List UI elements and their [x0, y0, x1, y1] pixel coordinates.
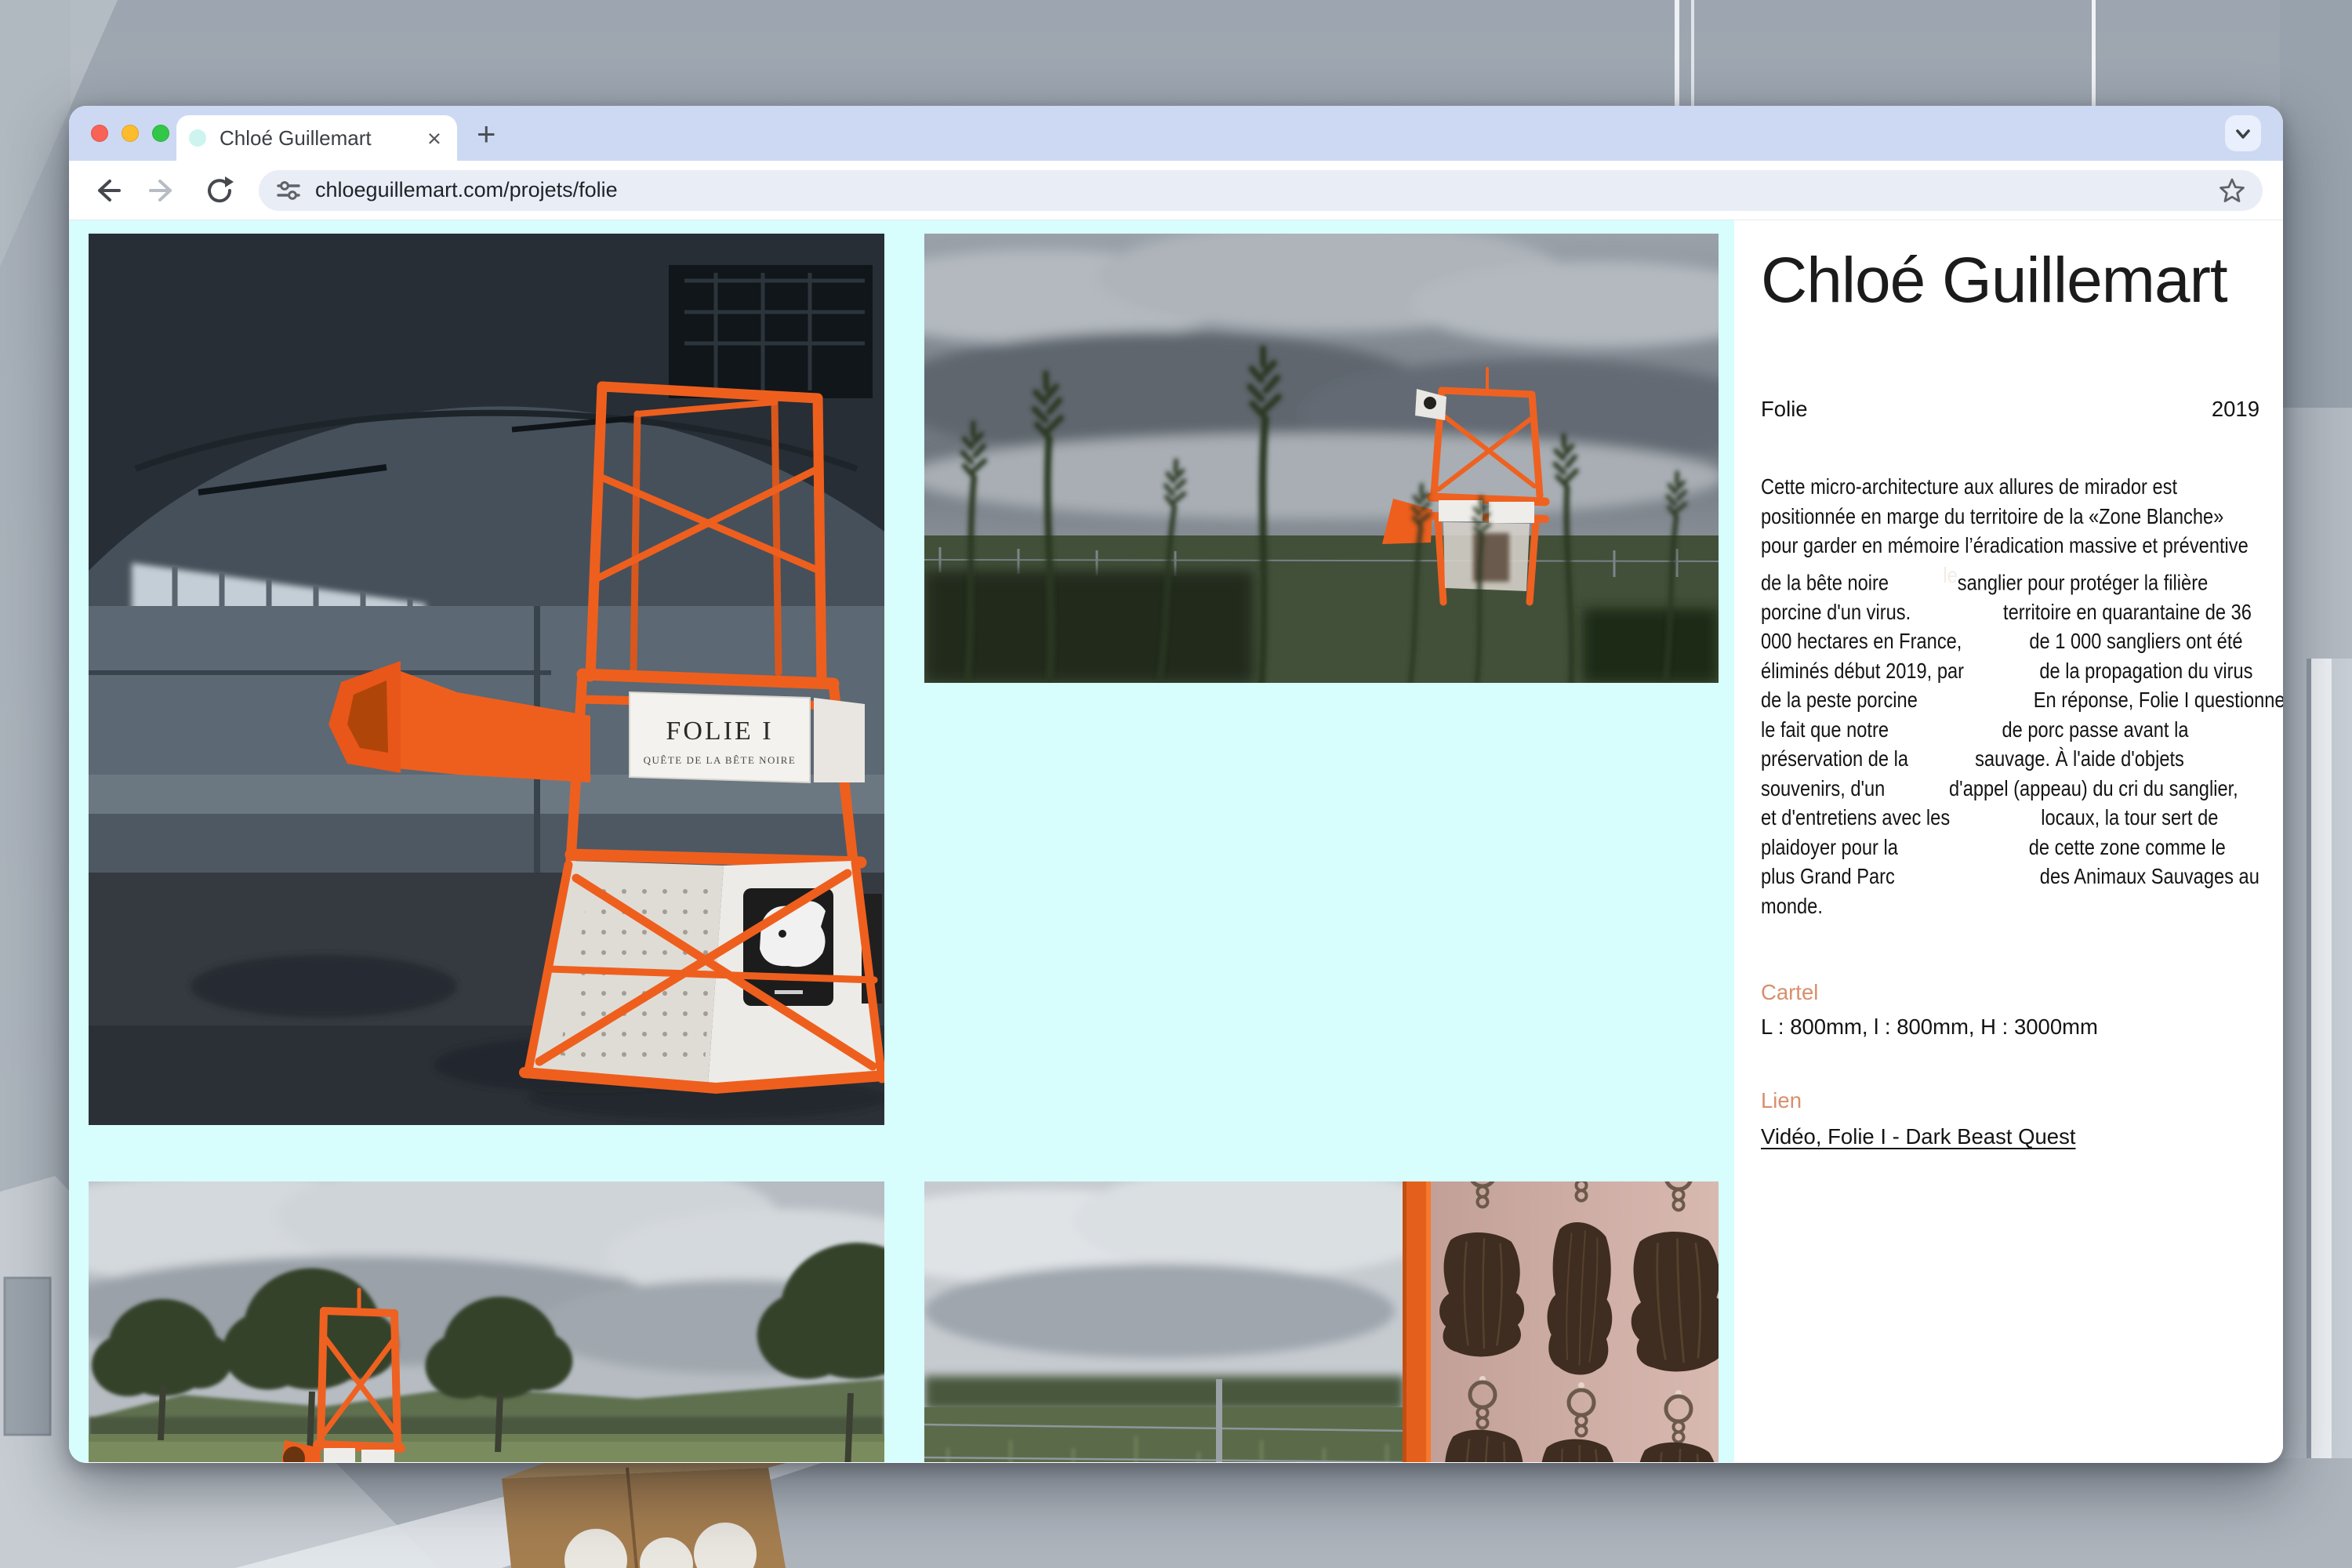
cardboard-box: [502, 1455, 815, 1568]
url-text: chloeguillemart.com/projets/folie: [315, 178, 618, 202]
warehouse-photo-illustration: FOLIE I QUÊTE DE LA BÊTE NOIRE: [89, 234, 884, 1125]
description-line: et d'entretiens avec leslocaux, la tour …: [1761, 803, 2190, 833]
description-line: 000 hectares en France,de 1 000 sanglier…: [1761, 626, 2190, 656]
project-year: 2019: [2212, 397, 2259, 422]
description-line: préservation de lasauvage. À l'aide d'ob…: [1761, 744, 2190, 774]
description-line: positionnée en marge du territoire de la…: [1761, 502, 2190, 532]
site-favicon-icon: [189, 129, 206, 147]
tower-sign-title: FOLIE I: [666, 717, 773, 746]
tab-close-icon[interactable]: ×: [424, 126, 445, 151]
project-link-row: Vidéo, Folie I - Dark Beast Quest: [1761, 1124, 2259, 1149]
close-window-button[interactable]: [91, 125, 108, 142]
minimize-window-button[interactable]: [122, 125, 139, 142]
browser-window: Chloé Guillemart × +: [69, 106, 2283, 1463]
back-button[interactable]: [89, 173, 124, 208]
description-line: Cette micro-architecture aux allures de …: [1761, 472, 2190, 502]
new-tab-button[interactable]: +: [477, 115, 496, 153]
project-info-panel: Chloé Guillemart Folie 2019 Cette micro-…: [1734, 220, 2283, 1462]
address-bar[interactable]: chloeguillemart.com/projets/folie: [259, 170, 2263, 211]
description-line: pour garder en mémoire l’éradication mas…: [1761, 531, 2190, 561]
description-line: monde.: [1761, 891, 2190, 921]
page-title: Chloé Guillemart: [1761, 247, 2259, 314]
hidden-word-gap: le: [1889, 561, 1958, 590]
tab-search-button[interactable]: [2225, 115, 2261, 151]
window-controls: [91, 125, 169, 142]
description-line: de la peste porcineEn réponse, Folie I q…: [1761, 685, 2190, 715]
chevron-down-icon: [2229, 119, 2257, 147]
keychains-photo-illustration: [924, 1181, 1719, 1462]
description-line: de la bête noirelesanglier pour protéger…: [1761, 561, 2190, 597]
description-line: le fait que notrede porc passe avant la: [1761, 715, 2190, 745]
wheatfield-photo-illustration: [924, 234, 1719, 683]
description-line: plaidoyer pour lade cette zone comme le: [1761, 833, 2190, 862]
browser-toolbar: chloeguillemart.com/projets/folie: [69, 161, 2283, 220]
tab-title: Chloé Guillemart: [220, 126, 424, 151]
browser-tab[interactable]: Chloé Guillemart ×: [176, 115, 457, 161]
forward-button[interactable]: [146, 173, 180, 208]
back-arrow-icon: [89, 173, 124, 208]
project-gallery: FOLIE I QUÊTE DE LA BÊTE NOIRE: [69, 220, 1734, 1462]
project-description: Cette micro-architecture aux allures de …: [1761, 472, 2259, 920]
road-photo-illustration: [89, 1181, 884, 1462]
cartel-value: L : 800mm, l : 800mm, H : 3000mm: [1761, 1014, 2259, 1040]
lien-label: Lien: [1761, 1088, 2259, 1113]
photo-tower-warehouse[interactable]: FOLIE I QUÊTE DE LA BÊTE NOIRE: [89, 234, 884, 1125]
forward-arrow-icon: [146, 173, 180, 208]
project-meta: Folie 2019: [1761, 397, 2259, 422]
reload-icon: [202, 173, 237, 208]
description-line: éliminés début 2019, parde la propagatio…: [1761, 656, 2190, 686]
bookmark-star-icon[interactable]: [2219, 177, 2245, 204]
description-line: plus Grand Parcdes Animaux Sauvages au: [1761, 862, 2190, 891]
page-content: FOLIE I QUÊTE DE LA BÊTE NOIRE: [69, 220, 2283, 1462]
photo-tower-wheatfield[interactable]: [924, 234, 1719, 683]
description-line: souvenirs, d'und'appel (appeau) du cri d…: [1761, 774, 2190, 804]
tower-sign-subtitle: QUÊTE DE LA BÊTE NOIRE: [644, 754, 797, 766]
reload-button[interactable]: [202, 173, 237, 208]
photo-tower-road[interactable]: [89, 1181, 884, 1462]
description-line: porcine d'un virus.territoire en quarant…: [1761, 597, 2190, 627]
zoom-window-button[interactable]: [152, 125, 169, 142]
site-info-icon[interactable]: [276, 179, 301, 202]
cartel-label: Cartel: [1761, 980, 2259, 1005]
project-video-link[interactable]: Vidéo, Folie I - Dark Beast Quest: [1761, 1124, 2075, 1149]
tab-strip: Chloé Guillemart × +: [69, 106, 2283, 161]
project-name: Folie: [1761, 397, 1808, 422]
photo-fur-keychains[interactable]: [924, 1181, 1719, 1462]
